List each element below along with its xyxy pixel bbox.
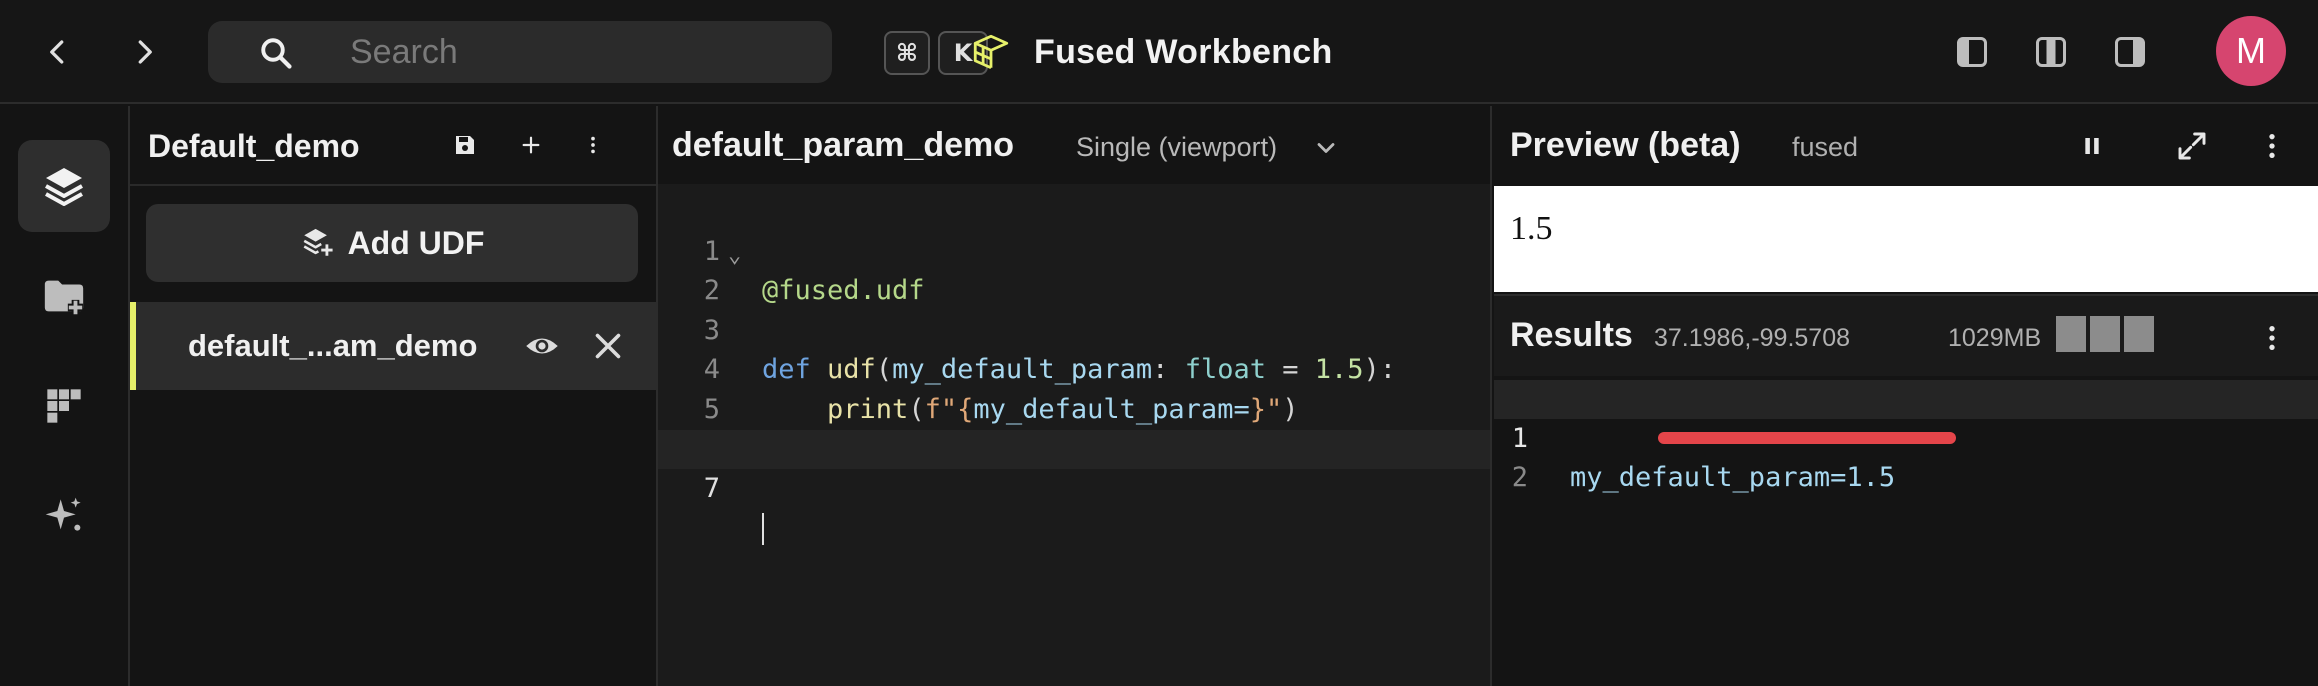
eye-icon[interactable] [524,328,560,364]
app-title: Fused Workbench [1034,32,1333,71]
editor-header: default_param_demo Single (viewport) [658,106,1490,184]
highlight-underline [1658,432,1956,444]
code-line-active: 7 [658,429,1490,546]
search-icon [261,38,292,69]
rail-catalog-button[interactable] [18,360,110,452]
chevron-down-icon[interactable] [1312,134,1340,162]
forward-button[interactable] [122,30,166,74]
udf-list-item[interactable]: default_...am_demo [130,302,656,390]
add-udf-label: Add UDF [347,224,485,261]
results-header: Results 37.1986,-99.5708 1029MB [1494,294,2318,376]
code-line: 4 print(f"{my_default_param=}") [658,311,1490,425]
more-options-button[interactable] [576,128,610,162]
line-number: 7 [703,473,720,505]
apps-grid-icon [47,389,81,423]
preview-value: 1.5 [1510,210,1553,247]
rail-ai-button[interactable] [18,470,110,562]
close-icon[interactable] [590,328,626,364]
save-icon [456,136,474,154]
code-line: 6 [658,390,1490,465]
code-editor-panel: default_param_demo Single (viewport) 1 @… [658,106,1492,686]
more-vertical-icon [591,136,595,154]
code-line: 1 @fused.udf [658,192,1490,307]
more-vertical-icon[interactable] [2256,322,2288,354]
output-panel: Preview (beta) fused 1.5 Results 37.1986… [1494,106,2318,686]
line-number: 2 [1511,462,1528,493]
preview-header: Preview (beta) fused [1494,106,2318,184]
add-udf-button[interactable]: Add UDF [146,204,638,282]
shortcut-cmd-key: ⌘ [884,31,930,75]
layout-left-icon[interactable] [1954,34,1990,70]
layers-icon [45,168,83,206]
folder-add-icon [44,280,84,316]
memory-meter [2056,316,2158,352]
udf-panel: Default_demo Add UDF default_...am_demo [130,106,658,686]
udf-title: default_param_demo [672,126,1014,164]
more-vertical-icon[interactable] [2256,130,2288,162]
left-rail [0,106,130,686]
execution-mode-select[interactable]: Single (viewport) [1076,132,1277,163]
results-title: Results [1510,316,1633,354]
pause-icon[interactable] [2076,130,2108,162]
code-line: 3 [658,271,1490,346]
layout-right-icon[interactable] [2112,34,2148,70]
fused-logo-icon [973,34,1009,70]
code-area[interactable]: 1 @fused.udf 2 ⌄ def udf(my_default_para… [658,192,1490,546]
save-button[interactable] [448,128,482,162]
layout-center-icon[interactable] [2033,34,2069,70]
map-coordinates: 37.1986,-99.5708 [1654,324,1851,352]
fold-chevron-icon[interactable]: ⌄ [728,236,741,276]
rail-udfs-button[interactable] [18,140,110,232]
sparkle-icon [45,497,81,531]
udf-panel-header: Default_demo [130,106,656,186]
code-line: 5 return my_default_param [658,350,1490,465]
expand-icon[interactable] [2176,130,2208,162]
back-button[interactable] [36,30,80,74]
top-bar: ⌘ K Fused Workbench M [0,0,2318,104]
memory-usage: 1029MB [1948,324,2042,352]
search-box[interactable]: ⌘ K [208,21,988,83]
app-brand: Fused Workbench [970,28,1333,76]
search-input[interactable] [350,31,650,73]
udf-list-item-name: default_...am_demo [188,328,478,363]
result-text: my_default_param=1.5 [1570,462,1896,493]
chevron-right-icon [138,40,152,64]
user-avatar[interactable]: M [2216,16,2286,86]
text-cursor [762,513,764,546]
add-button[interactable] [514,128,548,162]
preview-owner: fused [1792,132,1859,162]
collection-title: Default_demo [148,128,360,164]
layers-add-icon [303,228,333,256]
chevron-left-icon [50,40,64,64]
preview-output: 1.5 [1494,186,2318,292]
plus-icon [522,136,540,154]
code-line: 2 ⌄ def udf(my_default_param: float = 1.… [658,232,1490,386]
rail-files-button[interactable] [18,250,110,342]
result-line: 1 my_default_param=1.5 [1494,380,2318,493]
results-log[interactable]: 1 my_default_param=1.5 2 [1494,380,2318,493]
preview-title: Preview (beta) [1510,126,1741,164]
